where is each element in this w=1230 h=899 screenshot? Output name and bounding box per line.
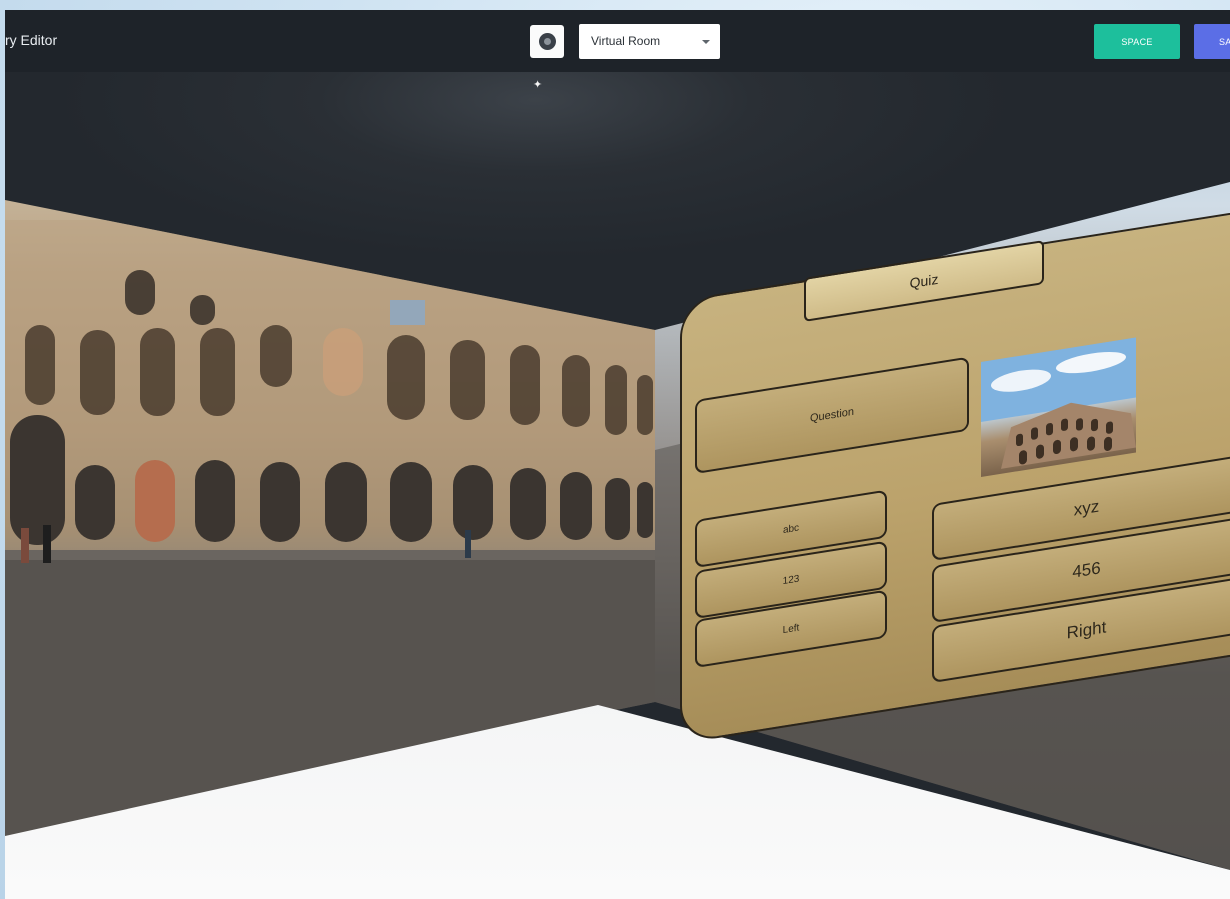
quiz-question-image (981, 337, 1136, 477)
quiz-panel[interactable]: Quiz Question abc 123 Left xyz 456 Right (670, 205, 1230, 790)
answer-label: Right (1066, 616, 1107, 643)
answer-label: Left (782, 621, 800, 636)
answer-label: xyz (1073, 496, 1100, 520)
quiz-title: Quiz (909, 270, 939, 292)
room-type-select[interactable]: Virtual Room (579, 24, 720, 59)
answer-label: 123 (782, 572, 800, 587)
colosseum-thumbnail (981, 337, 1136, 469)
settings-button[interactable] (530, 25, 564, 58)
quiz-question-label: Question (809, 405, 855, 425)
app-title: ry Editor (5, 32, 58, 48)
room-type-value: Virtual Room (591, 34, 661, 48)
space-button[interactable]: SPACE (1094, 24, 1180, 59)
editor-toolbar: ry Editor Virtual Room SPACE SA (5, 10, 1230, 72)
chevron-down-icon (702, 40, 710, 44)
answer-label: 456 (1072, 557, 1101, 582)
virtual-room-viewport[interactable]: ✦ Quiz Question abc 123 Left xyz 456 Rig… (5, 10, 1230, 899)
settings-disc-icon (538, 33, 556, 50)
answer-label: abc (782, 522, 800, 536)
save-button[interactable]: SA (1194, 24, 1230, 59)
editor-app: ✦ Quiz Question abc 123 Left xyz 456 Rig… (5, 10, 1230, 899)
